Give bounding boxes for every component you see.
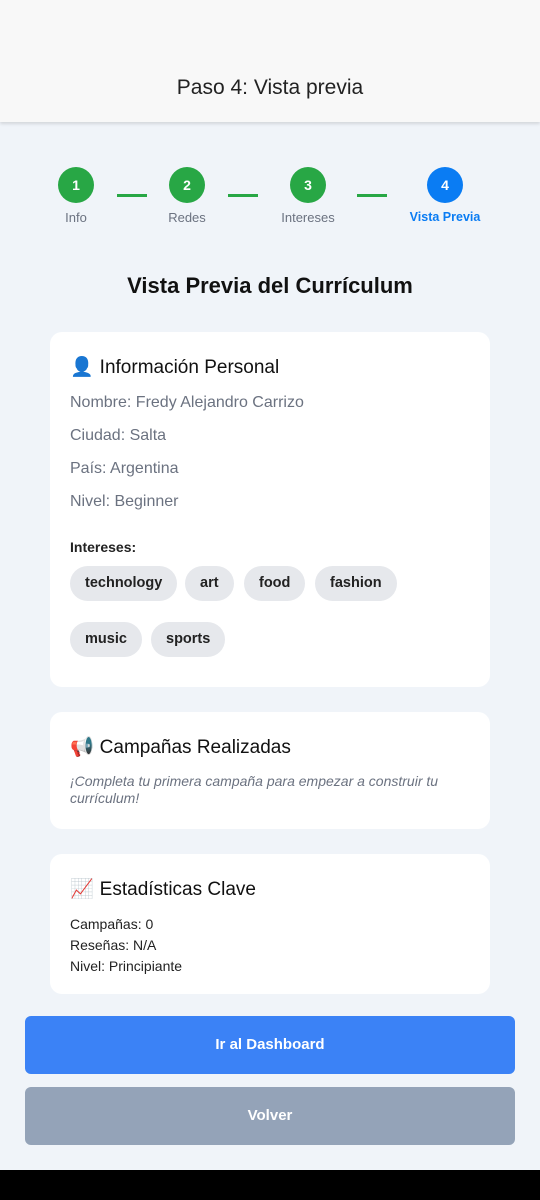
step-info: 1 Info	[31, 167, 121, 225]
campaigns-card: 📢 Campañas Realizadas ¡Completa tu primer…	[50, 712, 490, 829]
app-header: Paso 4: Vista previa	[0, 0, 540, 122]
go-to-dashboard-button[interactable]: Ir al Dashboard	[25, 1016, 515, 1074]
stat-reviews: Reseñas: N/A	[70, 937, 157, 953]
step-3-label: Intereses	[281, 210, 335, 225]
page-title: Paso 4: Vista previa	[176, 76, 364, 99]
interest-chip: technology	[70, 566, 178, 601]
preview-title: Vista Previa del Currículum	[127, 273, 413, 298]
personal-info-title-text: Información Personal	[99, 357, 280, 378]
step-connector	[228, 194, 258, 197]
interest-chip: food	[244, 566, 306, 601]
step-4-label: Vista Previa	[409, 210, 481, 224]
step-3-circle: 3	[290, 167, 326, 203]
stats-card: 📈 Estadísticas Clave Campañas: 0 Reseñas:…	[50, 854, 490, 994]
info-level: Nivel: Beginner	[70, 493, 179, 510]
step-vista-previa: 4 Vista Previa	[400, 167, 490, 224]
step-connector	[357, 194, 387, 197]
interest-chip: art	[185, 566, 234, 601]
stats-title-text: Estadísticas Clave	[99, 879, 256, 900]
campaigns-title: 📢 Campañas Realizadas	[70, 735, 291, 759]
personal-info-card: 👤 Información Personal Nombre: Fredy Alej…	[50, 332, 490, 687]
step-2-label: Redes	[168, 210, 206, 225]
system-navigation-bar	[0, 1170, 540, 1200]
campaigns-empty-message: ¡Completa tu primera campaña para empeza…	[70, 773, 439, 806]
step-2-circle: 2	[169, 167, 205, 203]
step-1-circle: 1	[58, 167, 94, 203]
campaigns-title-text: Campañas Realizadas	[99, 737, 291, 758]
chart-increasing-icon: 📈	[70, 879, 94, 900]
info-country: País: Argentina	[70, 460, 179, 477]
personal-info-title: 👤 Información Personal	[70, 355, 279, 379]
step-redes: 2 Redes	[142, 167, 232, 225]
user-icon: 👤	[70, 357, 94, 378]
interest-chip: music	[70, 622, 142, 657]
megaphone-icon: 📢	[70, 737, 94, 758]
stat-level: Nivel: Principiante	[70, 958, 183, 974]
interest-chip: fashion	[315, 566, 397, 601]
info-name: Nombre: Fredy Alejandro Carrizo	[70, 394, 304, 411]
stat-campaigns: Campañas: 0	[70, 916, 154, 932]
info-city: Ciudad: Salta	[70, 427, 167, 444]
back-button[interactable]: Volver	[25, 1087, 515, 1145]
stats-title: 📈 Estadísticas Clave	[70, 877, 256, 901]
interests-label: Intereses:	[70, 539, 137, 555]
step-1-label: Info	[65, 210, 87, 225]
step-intereses: 3 Intereses	[263, 167, 353, 225]
interest-chip: sports	[151, 622, 226, 657]
step-4-circle: 4	[427, 167, 463, 203]
